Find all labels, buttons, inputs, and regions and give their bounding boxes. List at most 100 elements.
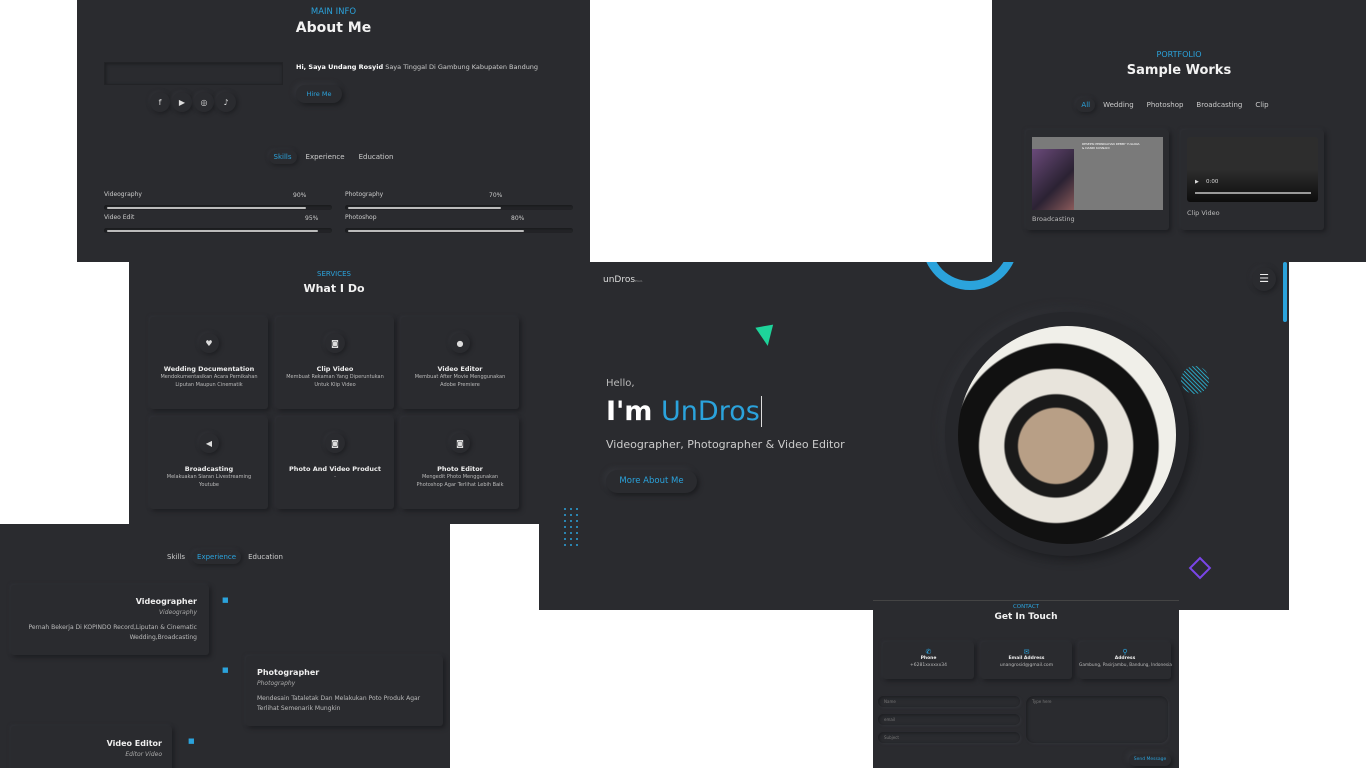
decor-triangle (755, 324, 777, 348)
decor-striped-circle (1181, 366, 1209, 394)
experience-sub: Videography (158, 609, 197, 616)
logo-suffix: Prod. (635, 279, 643, 283)
portfolio-section: PORTFOLIO Sample Works All Wedding Photo… (992, 0, 1366, 262)
hero-roles: Videographer, Photographer & Video Edito… (606, 438, 845, 451)
message-textarea[interactable]: Type here (1026, 696, 1168, 743)
service-desc: - (334, 474, 336, 480)
portfolio-caption: Broadcasting (1032, 215, 1075, 223)
filter-broadcasting[interactable]: Broadcasting (1191, 98, 1247, 112)
service-title: Video Editor (437, 365, 483, 373)
info-value: Gambung, Pasirjambu, Bandung, Indonesia (1079, 663, 1172, 668)
phone-icon: ✆ (925, 648, 932, 656)
skill-name: Photography (345, 191, 384, 198)
experience-sub: Editor Video (125, 751, 162, 758)
decor-dots (562, 506, 582, 546)
filter-all[interactable]: All (1076, 98, 1095, 112)
tab-education[interactable]: Education (354, 150, 399, 164)
info-value: +6281xxxxxx34 (910, 663, 947, 668)
service-card: ◀ Broadcasting Melakuakan Siaran Livestrea… (150, 417, 268, 509)
about-intro: Hi, Saya Undang Rosyid Saya Tinggal Di G… (296, 63, 538, 71)
contact-info-card: ⚲ Address Gambung, Pasirjambu, Bandung, In… (1079, 642, 1172, 679)
send-message-button[interactable]: Send Message (1129, 754, 1171, 766)
filter-clip[interactable]: Clip (1250, 98, 1273, 112)
poster-text: RESEPSI PERNIKAHAN DEBBY YULIANA & DANDI… (1082, 142, 1140, 150)
service-title: Clip Video (316, 365, 354, 373)
subject-input[interactable]: Subject (878, 732, 1020, 743)
service-card: ◙ Photo Editor Mengedit Photo Menggunakan … (401, 417, 519, 509)
experience-card: Video Editor Editor Video (11, 726, 172, 768)
experience-title: Videographer (135, 597, 197, 606)
tab-experience[interactable]: Experience (192, 550, 241, 564)
filter-photoshop[interactable]: Photoshop (1142, 98, 1189, 112)
facebook-icon[interactable]: f (150, 92, 170, 112)
intro-name: Hi, Saya Undang Rosyid (296, 63, 384, 71)
tab-experience[interactable]: Experience (301, 150, 350, 164)
skill-bar (104, 228, 332, 233)
experience-card: Videographer Videography Pernah Bekerja … (11, 585, 209, 655)
portfolio-subtitle: PORTFOLIO (1156, 50, 1202, 59)
filter-wedding[interactable]: Wedding (1098, 98, 1139, 112)
profile-photo (958, 326, 1176, 544)
experience-section: Skills Experience Education Videographer… (0, 524, 450, 768)
portfolio-filters: All Wedding Photoshop Broadcasting Clip (992, 98, 1358, 112)
contact-title: Get In Touch (994, 612, 1058, 622)
portfolio-item[interactable]: ▶ 0:00 Clip Video (1181, 130, 1324, 230)
about-title: About Me (295, 20, 372, 36)
youtube-icon[interactable]: ▶ (172, 92, 192, 112)
megaphone-icon: ◀ (199, 433, 219, 453)
video-progress[interactable] (1195, 192, 1311, 194)
portfolio-caption: Clip Video (1187, 209, 1220, 217)
skill-name: Photoshop (345, 214, 377, 221)
decor-ring (922, 262, 1018, 290)
play-icon[interactable]: ▶ (1195, 179, 1199, 185)
menu-icon[interactable]: ☰ (1252, 267, 1276, 291)
tab-education[interactable]: Education (243, 550, 288, 564)
service-card: ◙ Clip Video Membuat Rekaman Yang Diperunt… (276, 317, 394, 409)
camera-icon: ◙ (325, 333, 345, 353)
more-about-me-button[interactable]: More About Me (606, 470, 697, 493)
info-label: Email Address (1008, 656, 1045, 661)
instagram-icon[interactable]: ◎ (194, 92, 214, 112)
briefcase-icon: ■ (188, 737, 195, 745)
broadcast-poster: RESEPSI PERNIKAHAN DEBBY YULIANA & DANDI… (1032, 137, 1163, 210)
service-desc: Membuat After Movie Menggunakan Adobe Pr… (414, 374, 506, 388)
hire-me-button[interactable]: Hire Me (296, 85, 342, 103)
hero-name: UnDros (661, 396, 760, 427)
tiktok-icon[interactable]: ♪ (216, 92, 236, 112)
experience-desc: Mendesain Tataletak Dan Melakukan Poto P… (257, 695, 421, 713)
skill-name: Videography (104, 191, 142, 198)
experience-sub: Photography (257, 680, 296, 687)
camera-icon: ◙ (450, 433, 470, 453)
briefcase-icon: ■ (222, 666, 229, 674)
email-icon: ✉ (1023, 648, 1030, 656)
hero-greeting: Hello, (606, 378, 635, 389)
service-desc: Membuat Rekaman Yang Diperuntukan Untuk … (286, 374, 384, 388)
experience-title: Video Editor (106, 739, 162, 748)
skill-percent: 95% (305, 215, 319, 222)
skill-bar (345, 228, 573, 233)
contact-info-card: ✆ Phone +6281xxxxxx34 (883, 642, 974, 679)
service-title: Broadcasting (184, 465, 234, 473)
palette-icon: ● (450, 333, 470, 353)
video-player[interactable]: ▶ 0:00 (1187, 137, 1318, 202)
service-desc: Mengedit Photo Menggunakan Photoshop Aga… (416, 474, 504, 488)
services-subtitle: SERVICES (317, 270, 351, 278)
briefcase-icon: ■ (222, 596, 229, 604)
portfolio-item[interactable]: RESEPSI PERNIKAHAN DEBBY YULIANA & DANDI… (1026, 130, 1169, 230)
tab-skills[interactable]: Skills (162, 550, 190, 564)
tab-skills[interactable]: Skills (269, 150, 297, 164)
intro-text: Saya Tinggal Di Gambung Kabupaten Bandun… (385, 63, 539, 71)
experience-card: Photographer Photography Mendesain Tatal… (246, 656, 443, 726)
logo[interactable]: unDrosProd. (603, 275, 643, 285)
contact-section: CONTACT Get In Touch ✆ Phone +6281xxxxxx34… (873, 600, 1179, 768)
experience-desc: Pernah Bekerja Di KOPINDO Record,Liputan… (28, 624, 197, 642)
services-section: SERVICES What I Do ♥ Wedding Documentatio… (129, 262, 539, 524)
name-input[interactable]: Name (878, 696, 1020, 707)
skill-percent: 70% (489, 192, 503, 199)
skill-name: Video Edit (104, 214, 135, 221)
decor-diamond (1188, 556, 1212, 580)
about-tabs: Skills Experience Education (77, 150, 590, 164)
scrollbar[interactable] (1283, 262, 1287, 322)
email-input[interactable]: email (878, 714, 1020, 725)
hero-section: unDrosProd. Hello, I'm UnDros Videograph… (539, 262, 1289, 610)
